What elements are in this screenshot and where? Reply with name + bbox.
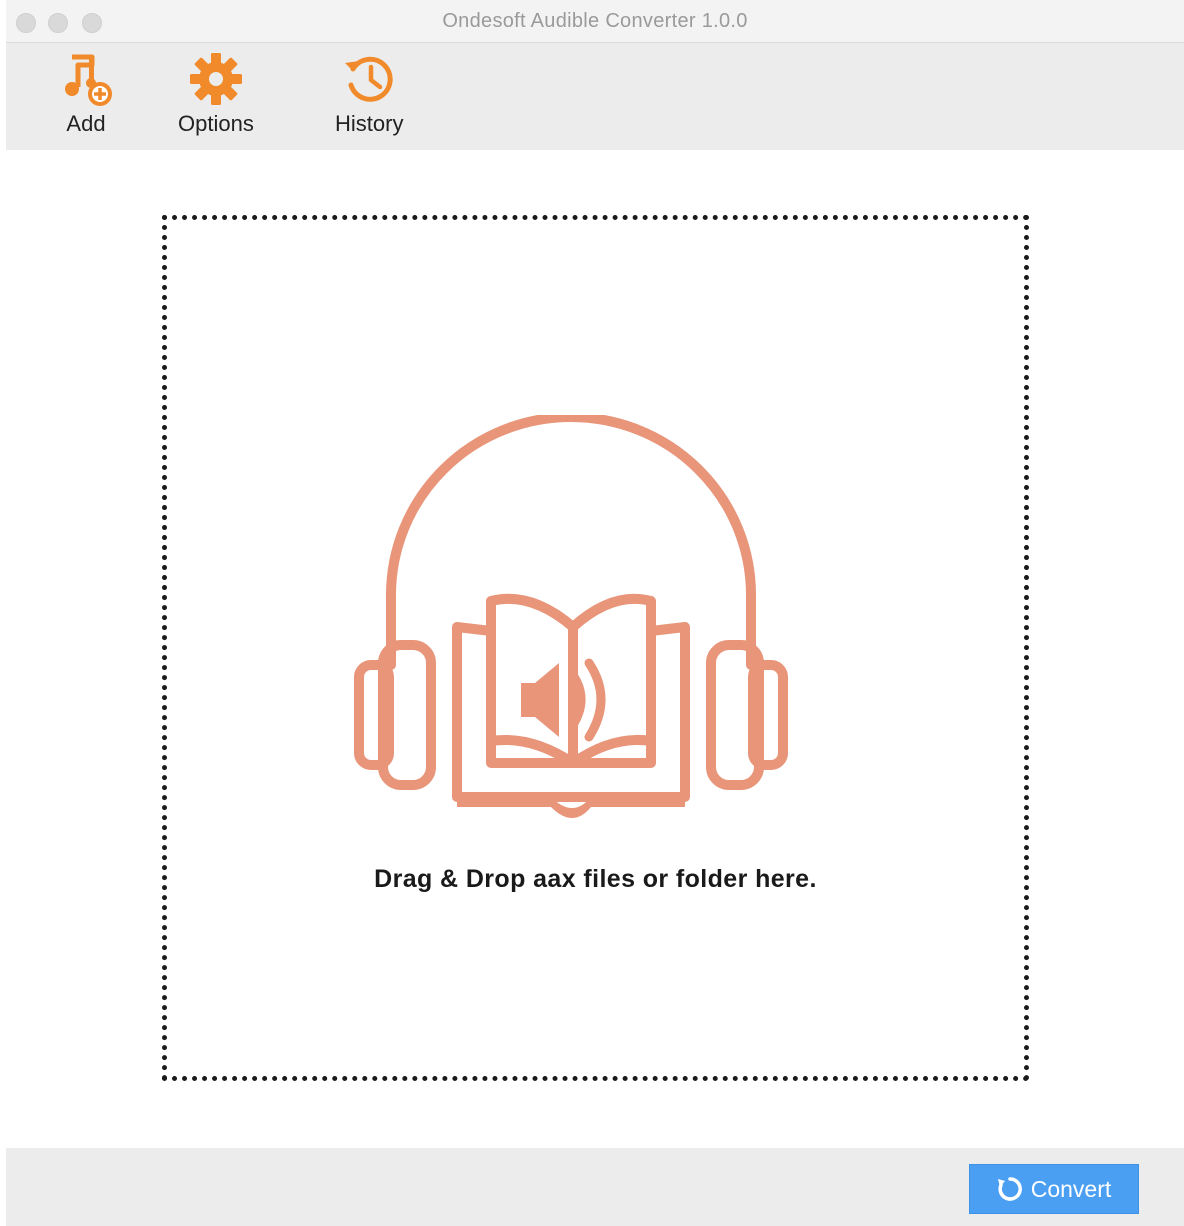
- drop-instructions: Drag & Drop aax files or folder here.: [374, 865, 817, 893]
- add-label: Add: [66, 111, 106, 136]
- convert-label: Convert: [1030, 1175, 1112, 1202]
- add-button[interactable]: Add: [58, 51, 114, 137]
- history-button[interactable]: History: [335, 51, 403, 137]
- toolbar: Add Options History: [6, 43, 1184, 150]
- music-add-icon: [65, 54, 112, 106]
- window-title: Ondesoft Audible Converter 1.0.0: [442, 10, 748, 32]
- history-icon: [345, 56, 393, 102]
- history-label: History: [335, 111, 404, 136]
- drop-zone[interactable]: Drag & Drop aax files or folder here.: [162, 215, 1029, 1081]
- options-button[interactable]: Options: [178, 51, 254, 137]
- app-window: Ondesoft Audible Converter 1.0.0 Add Opt…: [0, 0, 1184, 1226]
- footer-bar: Convert: [6, 1148, 1184, 1226]
- gear-icon: [189, 53, 242, 105]
- title-bar: Ondesoft Audible Converter 1.0.0: [6, 0, 1184, 43]
- options-label: Options: [178, 111, 254, 136]
- convert-cycle-icon: [997, 1177, 1022, 1201]
- headphones-audiobook-icon: [354, 415, 788, 818]
- convert-button[interactable]: Convert: [969, 1164, 1139, 1214]
